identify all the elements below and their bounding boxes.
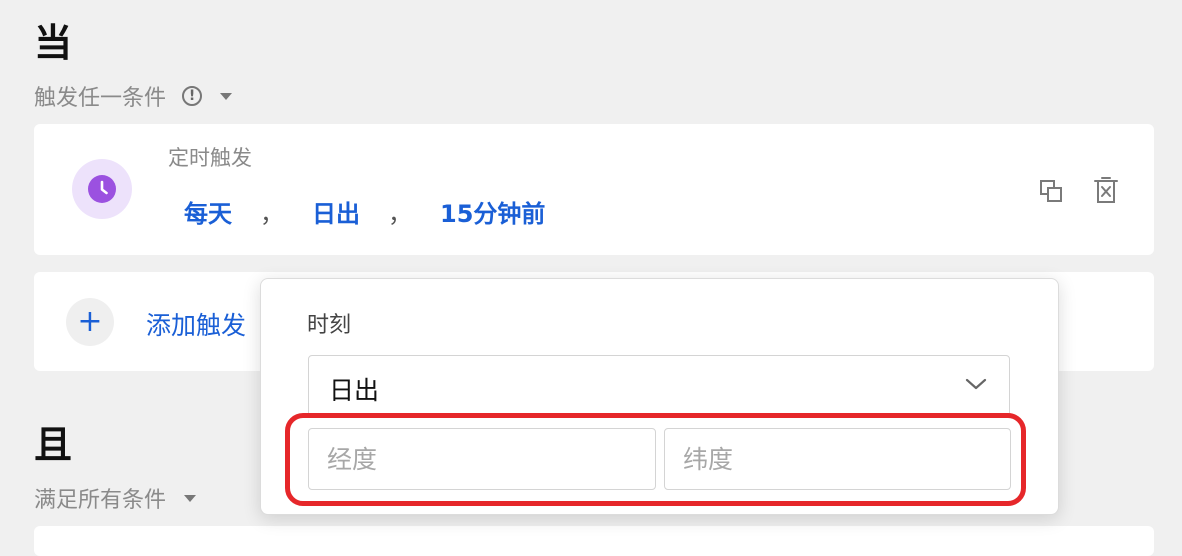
time-point-link[interactable]: 日出 [312, 194, 360, 229]
latitude-input[interactable] [664, 428, 1011, 490]
add-trigger-label[interactable]: 添加触发 [146, 306, 246, 342]
trigger-values: 每天 ， 日出 ， 15分钟前 [184, 194, 545, 229]
plus-icon[interactable]: + [66, 298, 114, 346]
and-mode-selector[interactable]: 满足所有条件 [34, 482, 197, 514]
when-section-title: 当 [34, 21, 73, 65]
time-select-value: 日出 [329, 376, 380, 405]
caret-down-icon[interactable] [184, 494, 197, 502]
frequency-link[interactable]: 每天 [184, 194, 232, 229]
clock-icon [72, 159, 132, 219]
condition-card [34, 526, 1154, 556]
and-mode-label: 满足所有条件 [34, 488, 167, 513]
when-mode-selector[interactable]: 触发任一条件 ! [34, 80, 233, 112]
trigger-type-label: 定时触发 [168, 146, 252, 170]
delete-icon[interactable] [1093, 176, 1119, 208]
caret-down-icon[interactable] [220, 92, 233, 100]
separator: ， [388, 200, 412, 228]
time-select[interactable]: 日出 [308, 355, 1010, 417]
chevron-down-icon [965, 376, 987, 395]
and-section-title: 且 [34, 423, 73, 467]
offset-link[interactable]: 15分钟前 [440, 194, 545, 229]
when-mode-label: 触发任一条件 [34, 86, 167, 111]
info-icon[interactable]: ! [182, 86, 203, 106]
copy-icon[interactable] [1038, 178, 1064, 208]
separator: ， [260, 200, 284, 228]
longitude-input[interactable] [308, 428, 656, 490]
time-label: 时刻 [307, 313, 352, 338]
time-popup: 时刻 日出 [260, 278, 1059, 515]
trigger-card[interactable]: 定时触发 每天 ， 日出 ， 15分钟前 [34, 124, 1154, 255]
